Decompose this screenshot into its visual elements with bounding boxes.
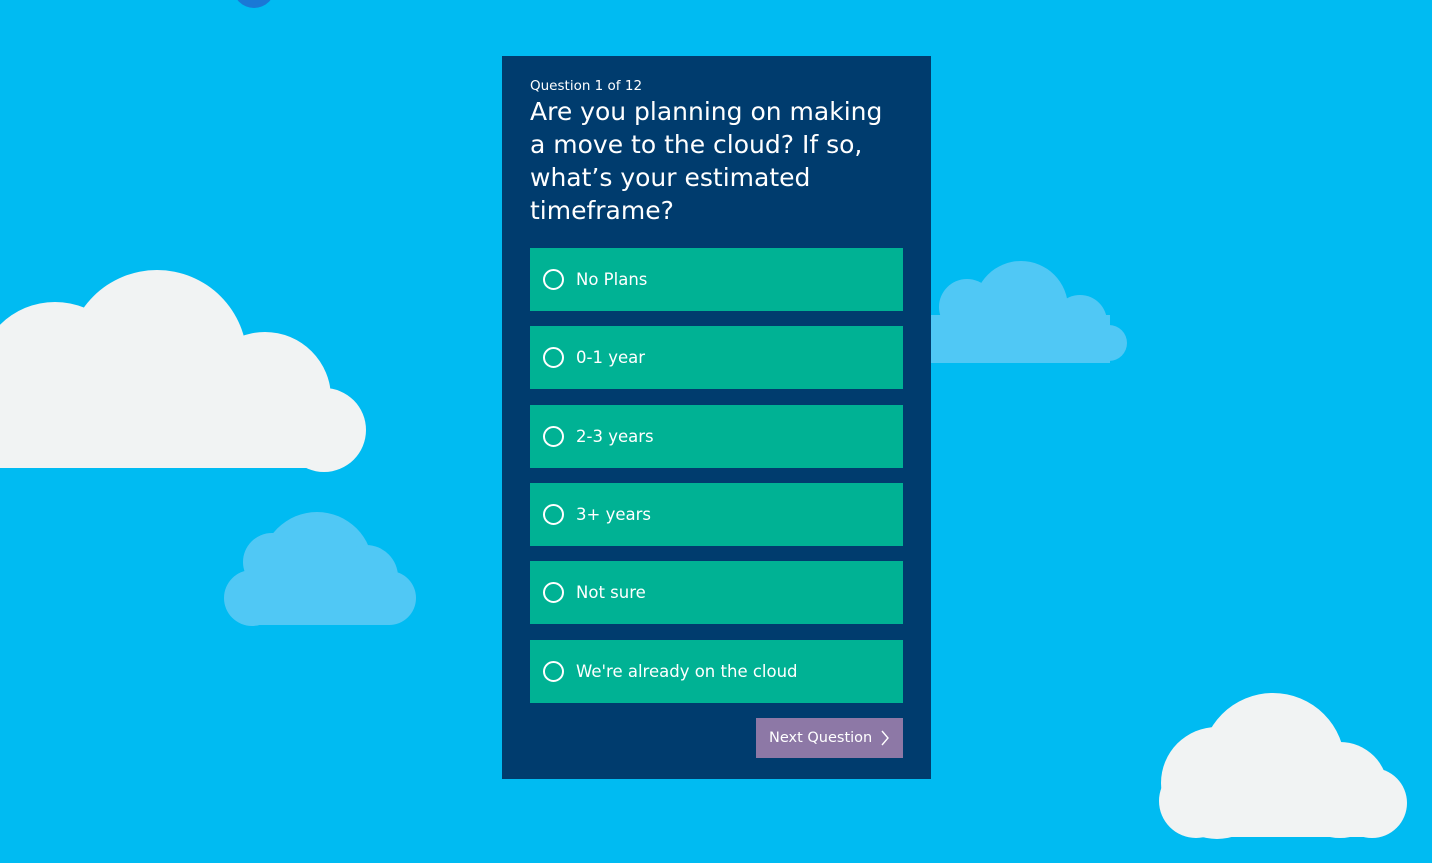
radio-icon — [543, 504, 564, 525]
option-0-1-year[interactable]: 0-1 year — [530, 326, 903, 389]
next-question-button[interactable]: Next Question — [756, 718, 903, 758]
quiz-card: Question 1 of 12 Are you planning on mak… — [502, 56, 931, 779]
option-label: 2-3 years — [576, 427, 654, 446]
option-label: Not sure — [576, 583, 646, 602]
question-counter: Question 1 of 12 — [530, 78, 643, 94]
option-label: We're already on the cloud — [576, 662, 798, 681]
radio-icon — [543, 269, 564, 290]
cloud-right-white — [1159, 693, 1407, 839]
option-no-plans[interactable]: No Plans — [530, 248, 903, 311]
next-question-label: Next Question — [769, 730, 873, 746]
chevron-right-icon — [881, 730, 890, 746]
radio-icon — [543, 347, 564, 368]
radio-icon — [543, 661, 564, 682]
cloud-left-white — [0, 270, 366, 472]
quiz-page: Question 1 of 12 Are you planning on mak… — [0, 0, 1432, 863]
option-not-sure[interactable]: Not sure — [530, 561, 903, 624]
cloud-small-blue-left — [224, 512, 416, 626]
radio-icon — [543, 582, 564, 603]
option-3-plus-years[interactable]: 3+ years — [530, 483, 903, 546]
cloud-small-blue-right — [930, 261, 1127, 363]
option-label: 3+ years — [576, 505, 651, 524]
option-label: No Plans — [576, 270, 648, 289]
radio-icon — [543, 426, 564, 447]
option-2-3-years[interactable]: 2-3 years — [530, 405, 903, 468]
question-text: Are you planning on making a move to the… — [530, 97, 883, 225]
option-label: 0-1 year — [576, 348, 646, 367]
option-already-on-cloud[interactable]: We're already on the cloud — [530, 640, 903, 703]
